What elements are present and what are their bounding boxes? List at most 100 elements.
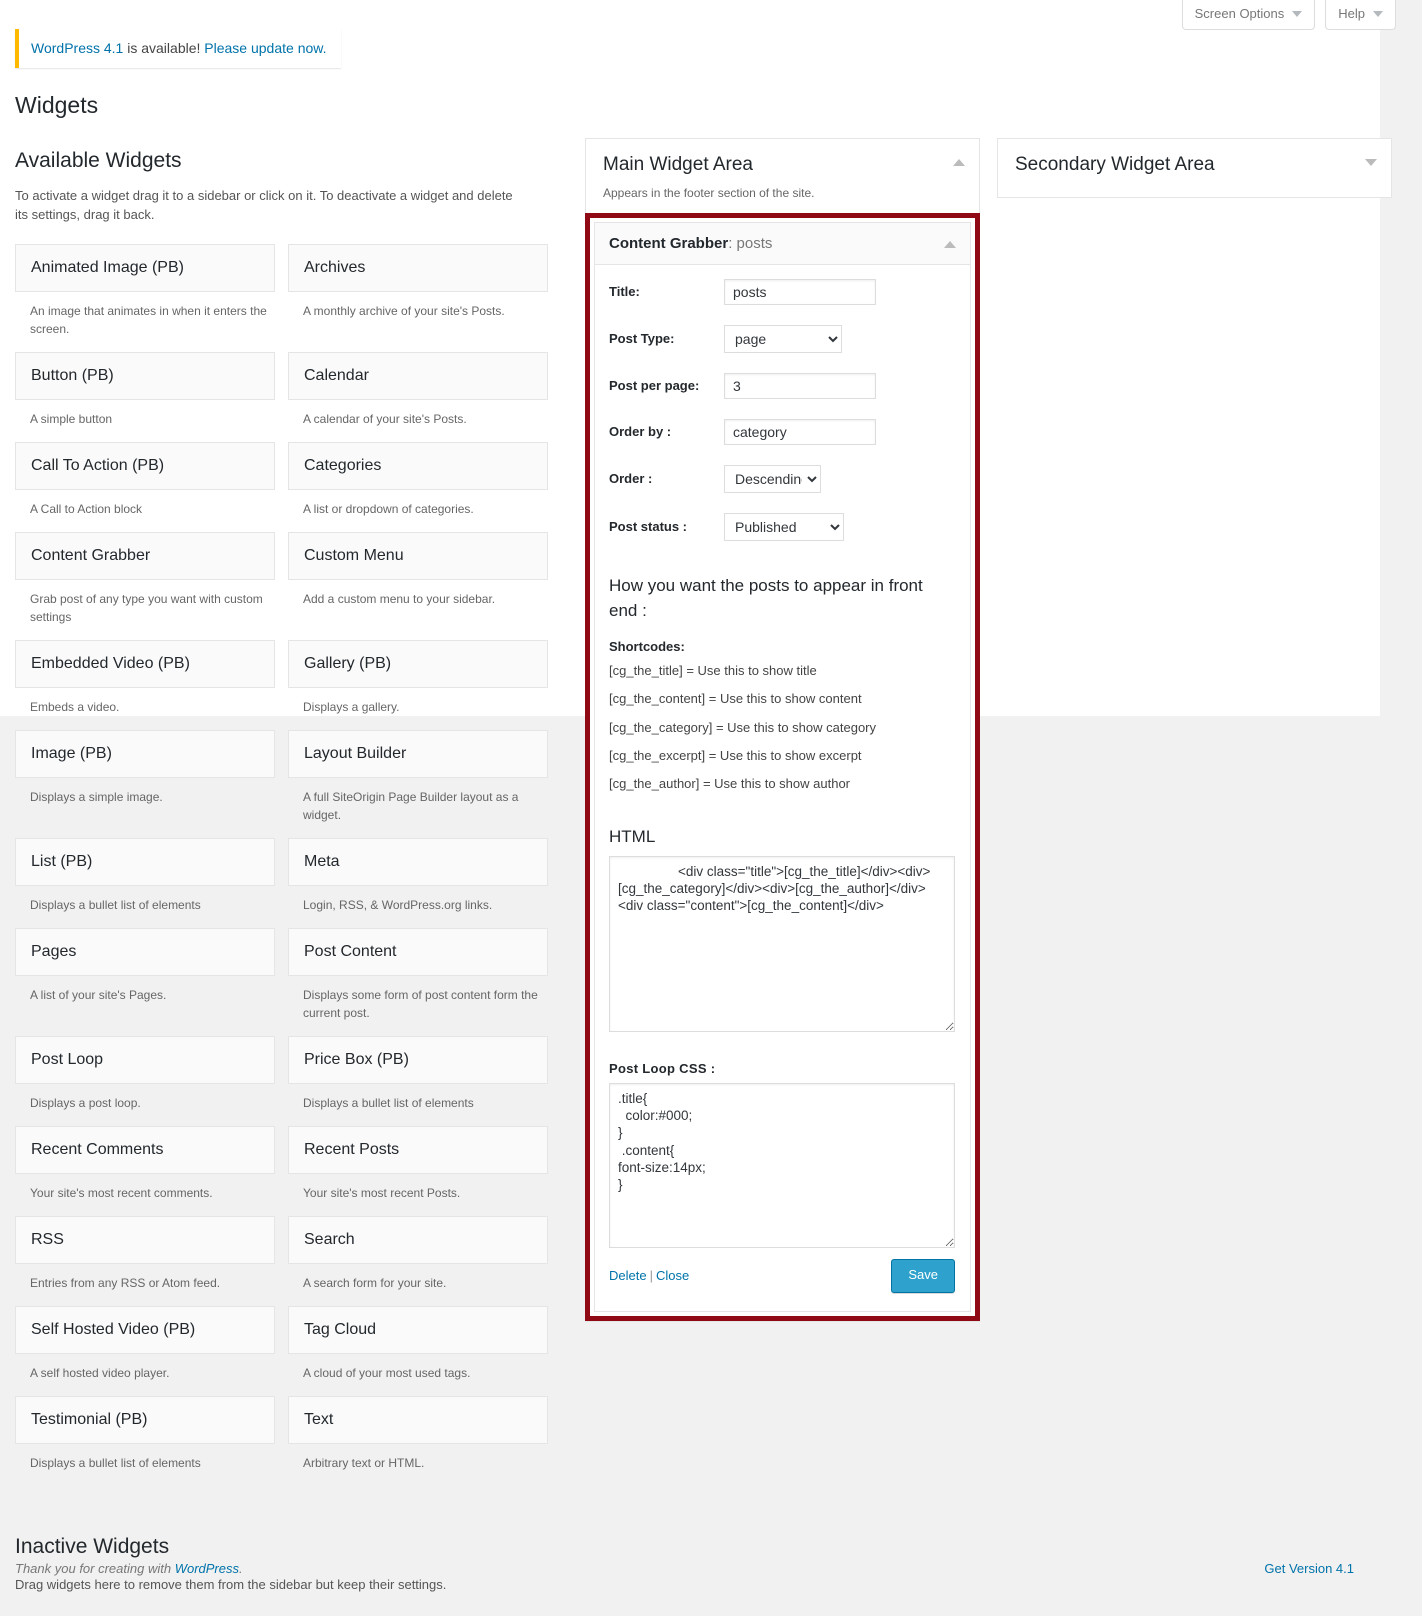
inactive-widgets-heading: Inactive Widgets <box>15 1534 170 1558</box>
html-textarea[interactable]: <div class="title">[cg_the_title]</div><… <box>609 855 955 1032</box>
available-widget-item[interactable]: Custom Menu <box>288 531 548 580</box>
widget-header-title: Content Grabber: posts <box>609 235 772 252</box>
post-type-select[interactable]: pagepost <box>724 324 842 353</box>
available-widget-description: Embeds a video. <box>30 699 120 714</box>
available-widget-item[interactable]: Calendar <box>288 351 548 400</box>
shortcode-line: [cg_the_author] = Use this to show autho… <box>609 776 851 792</box>
available-widget-cell: Calendar A calendar of your site's Posts. <box>288 351 548 442</box>
available-widget-cell: Pages A list of your site's Pages. <box>15 927 275 1036</box>
secondary-widget-area-title: Secondary Widget Area <box>1015 153 1215 175</box>
html-heading: HTML <box>609 826 656 846</box>
available-widget-cell: Categories A list or dropdown of categori… <box>288 441 548 532</box>
available-widget-description: A list or dropdown of categories. <box>303 501 474 516</box>
available-widget-cell: Call To Action (PB) A Call to Action bloc… <box>15 441 275 532</box>
available-widget-item[interactable]: Recent Posts <box>288 1125 548 1174</box>
available-widget-description: Displays a bullet list of elements <box>303 1095 474 1110</box>
available-widget-item[interactable]: Self Hosted Video (PB) <box>15 1305 275 1354</box>
available-widget-item[interactable]: Post Content <box>288 927 548 976</box>
available-widget-name: Archives <box>304 258 366 276</box>
available-widget-item[interactable]: Search <box>288 1215 548 1264</box>
available-widget-item[interactable]: RSS <box>15 1215 275 1264</box>
available-widget-name: Testimonial (PB) <box>31 1410 148 1428</box>
available-widget-name: Tag Cloud <box>304 1320 377 1338</box>
post-per-page-field-row: Post per page: <box>609 372 955 399</box>
available-widget-item[interactable]: Post Loop <box>15 1035 275 1084</box>
available-widget-description: A self hosted video player. <box>30 1365 170 1380</box>
secondary-widget-area-header[interactable]: Secondary Widget Area <box>998 139 1391 197</box>
chevron-up-icon[interactable] <box>944 240 956 248</box>
available-widget-cell: Text Arbitrary text or HTML. <box>288 1395 548 1486</box>
available-widget-item[interactable]: Archives <box>288 243 548 292</box>
available-widget-item[interactable]: List (PB) <box>15 837 275 886</box>
available-widget-item[interactable]: Recent Comments <box>15 1125 275 1174</box>
order-by-input[interactable] <box>724 418 876 445</box>
title-field-label: Title: <box>609 284 640 300</box>
delete-link[interactable]: Delete <box>609 1268 647 1283</box>
available-widget-item[interactable]: Testimonial (PB) <box>15 1395 275 1444</box>
available-widget-cell: Image (PB) Displays a simple image. <box>15 729 275 838</box>
available-widget-name: Search <box>304 1230 355 1248</box>
footer-thanks-suffix: . <box>239 1560 243 1576</box>
main-widget-area-header[interactable]: Main Widget Area Appears in the footer s… <box>586 139 979 214</box>
post-per-page-input[interactable] <box>724 372 876 399</box>
available-widget-item[interactable]: Call To Action (PB) <box>15 441 275 490</box>
available-widget-description: Displays a bullet list of elements <box>30 1455 201 1470</box>
get-version-link[interactable]: Get Version 4.1 <box>1264 1561 1354 1576</box>
available-widget-name: Animated Image (PB) <box>31 258 184 276</box>
post-status-field-label: Post status : <box>609 519 688 535</box>
available-widget-item[interactable]: Categories <box>288 441 548 490</box>
available-widget-cell: Price Box (PB) Displays a bullet list of … <box>288 1035 548 1126</box>
available-widget-item[interactable]: Button (PB) <box>15 351 275 400</box>
available-widget-item[interactable]: Animated Image (PB) <box>15 243 275 292</box>
help-button[interactable]: Help <box>1325 0 1396 30</box>
order-by-field-row: Order by : <box>609 418 955 445</box>
shortcode-line: [cg_the_title] = Use this to show title <box>609 662 817 678</box>
highlight-annotation-box: Content Grabber: posts Title: Post Type:… <box>585 212 980 1321</box>
available-widget-description: Add a custom menu to your sidebar. <box>303 591 496 606</box>
available-widget-description: Grab post of any type you want with cust… <box>30 591 263 624</box>
available-widget-name: Call To Action (PB) <box>31 456 165 474</box>
wordpress-link[interactable]: WordPress <box>175 1561 239 1576</box>
available-widget-name: Price Box (PB) <box>304 1050 409 1068</box>
available-widget-name: Recent Comments <box>31 1140 164 1158</box>
order-select[interactable]: DescendingAscending <box>724 464 821 493</box>
screen-options-label: Screen Options <box>1194 6 1285 21</box>
widgets-columns: Available Widgets To activate a widget d… <box>0 137 1422 1486</box>
content-grabber-widget-header[interactable]: Content Grabber: posts <box>595 222 970 265</box>
available-widget-name: Pages <box>31 942 77 960</box>
save-button[interactable]: Save <box>891 1258 955 1293</box>
post-loop-css-textarea[interactable]: .title{ color:#000; } .content{ font-siz… <box>609 1082 955 1248</box>
available-widget-cell: Post Loop Displays a post loop. <box>15 1035 275 1126</box>
available-widget-item[interactable]: Tag Cloud <box>288 1305 548 1354</box>
page-title: Widgets <box>15 91 99 118</box>
wordpress-version-link[interactable]: WordPress 4.1 <box>31 40 123 56</box>
available-widget-item[interactable]: Gallery (PB) <box>288 639 548 688</box>
available-widget-name: Calendar <box>304 366 369 384</box>
available-widget-item[interactable]: Text <box>288 1395 548 1444</box>
update-now-link[interactable]: Please update now. <box>204 40 326 56</box>
available-widget-description: A search form for your site. <box>303 1275 447 1290</box>
available-widget-description: Displays a bullet list of elements <box>30 897 201 912</box>
available-widget-cell: Search A search form for your site. <box>288 1215 548 1306</box>
close-link[interactable]: Close <box>656 1268 689 1283</box>
available-widget-cell: Gallery (PB) Displays a gallery. <box>288 639 548 730</box>
chevron-down-icon[interactable] <box>1365 158 1377 166</box>
widget-action-links: Delete | Close <box>609 1268 689 1283</box>
title-input[interactable] <box>724 278 876 305</box>
available-widget-item[interactable]: Price Box (PB) <box>288 1035 548 1084</box>
footer-credit: Thank you for creating with WordPress. <box>15 1561 243 1576</box>
available-widget-item[interactable]: Content Grabber <box>15 531 275 580</box>
available-widget-item[interactable]: Pages <box>15 927 275 976</box>
post-per-page-field-label: Post per page: <box>609 378 700 394</box>
available-widget-item[interactable]: Meta <box>288 837 548 886</box>
chevron-up-icon[interactable] <box>953 158 965 166</box>
available-widget-item[interactable]: Image (PB) <box>15 729 275 778</box>
post-status-select[interactable]: PublishedDraftPending <box>724 512 844 541</box>
available-widget-cell: Testimonial (PB) Displays a bullet list o… <box>15 1395 275 1486</box>
available-widget-item[interactable]: Embedded Video (PB) <box>15 639 275 688</box>
screen-options-button[interactable]: Screen Options <box>1181 0 1316 30</box>
available-widget-name: Recent Posts <box>304 1140 400 1158</box>
available-widget-item[interactable]: Layout Builder <box>288 729 548 778</box>
available-widget-cell: Content Grabber Grab post of any type you… <box>15 531 275 640</box>
post-type-field-label: Post Type: <box>609 331 675 347</box>
